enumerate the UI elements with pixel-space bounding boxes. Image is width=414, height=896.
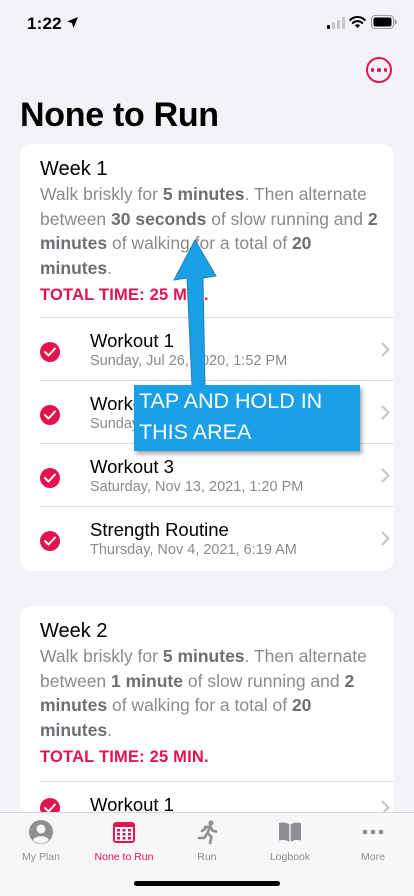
callout-line-1: TAP AND HOLD IN bbox=[139, 389, 323, 413]
tab-label: More bbox=[361, 851, 385, 863]
status-time: 1:22 bbox=[27, 14, 62, 33]
tab-label: Run bbox=[197, 851, 217, 863]
battery-icon bbox=[371, 15, 397, 29]
tab-label: My Plan bbox=[22, 851, 60, 863]
runner-icon bbox=[197, 820, 218, 845]
desc-text: of walking for a total of bbox=[107, 695, 292, 715]
checkmark-icon bbox=[40, 468, 60, 488]
total-time: TOTAL TIME: 25 MIN. bbox=[40, 748, 209, 766]
week-title: Week 2 bbox=[40, 620, 108, 642]
ellipsis-icon bbox=[370, 68, 375, 72]
annotation-arrow bbox=[173, 238, 217, 386]
week-description: Walk briskly for 5 minutes. Then alterna… bbox=[40, 644, 380, 742]
tab-run[interactable]: Run bbox=[166, 819, 248, 869]
checkmark-icon bbox=[40, 531, 60, 551]
tab-more[interactable]: More bbox=[332, 819, 414, 869]
checkmark-icon bbox=[40, 405, 60, 425]
desc-bold: 1 minute bbox=[111, 670, 183, 691]
workout-title: Strength Routine bbox=[90, 519, 229, 540]
workout-title: Workout 1 bbox=[90, 330, 174, 351]
status-bar: 1:22 bbox=[0, 0, 414, 50]
chevron-right-icon bbox=[381, 405, 390, 420]
tab-none-to-run[interactable]: None to Run bbox=[83, 819, 165, 869]
chevron-right-icon bbox=[381, 342, 390, 357]
workout-title: Workout 3 bbox=[90, 456, 174, 477]
page-title: None to Run bbox=[20, 96, 219, 134]
wifi-icon bbox=[349, 16, 366, 28]
ellipsis-dot bbox=[383, 68, 388, 72]
desc-bold: 5 minutes bbox=[162, 646, 245, 666]
workout-date: Saturday, Nov 13, 2021, 1:20 PM bbox=[90, 479, 304, 495]
desc-text: . bbox=[107, 257, 112, 278]
desc-text: of slow running and bbox=[206, 208, 368, 229]
tap-hold-callout: TAP AND HOLD IN THIS AREA bbox=[134, 385, 360, 451]
workout-row-4[interactable]: Strength Routine Thursday, Nov 4, 2021, … bbox=[40, 506, 394, 569]
more-options-button[interactable] bbox=[366, 57, 392, 83]
person-circle-icon bbox=[29, 820, 53, 844]
desc-bold: 5 minutes bbox=[162, 184, 245, 204]
workout-date: Thursday, Nov 4, 2021, 6:19 AM bbox=[90, 542, 297, 558]
cellular-signal-icon bbox=[327, 17, 345, 29]
workout-row-3[interactable]: Workout 3 Saturday, Nov 13, 2021, 1:20 P… bbox=[40, 443, 394, 506]
tab-logbook[interactable]: Logbook bbox=[249, 819, 331, 869]
desc-text: Walk briskly for bbox=[40, 184, 163, 204]
checkmark-icon bbox=[40, 342, 60, 362]
tab-my-plan[interactable]: My Plan bbox=[0, 819, 82, 869]
week-title: Week 1 bbox=[40, 158, 108, 180]
tab-label: None to Run bbox=[94, 851, 154, 863]
ellipsis-dot bbox=[377, 68, 381, 72]
home-indicator bbox=[134, 881, 280, 886]
chevron-right-icon bbox=[381, 531, 390, 546]
location-arrow-icon bbox=[67, 17, 78, 28]
callout-line-2: THIS AREA bbox=[139, 420, 252, 444]
desc-bold: 30 seconds bbox=[111, 208, 207, 229]
chevron-right-icon bbox=[381, 468, 390, 483]
ellipsis-icon bbox=[362, 829, 384, 835]
desc-text: Walk briskly for bbox=[40, 646, 163, 666]
book-icon bbox=[279, 822, 301, 842]
desc-text: . bbox=[107, 719, 112, 740]
desc-text: of slow running and bbox=[183, 670, 345, 691]
tab-label: Logbook bbox=[269, 851, 311, 863]
calendar-icon bbox=[113, 822, 135, 843]
